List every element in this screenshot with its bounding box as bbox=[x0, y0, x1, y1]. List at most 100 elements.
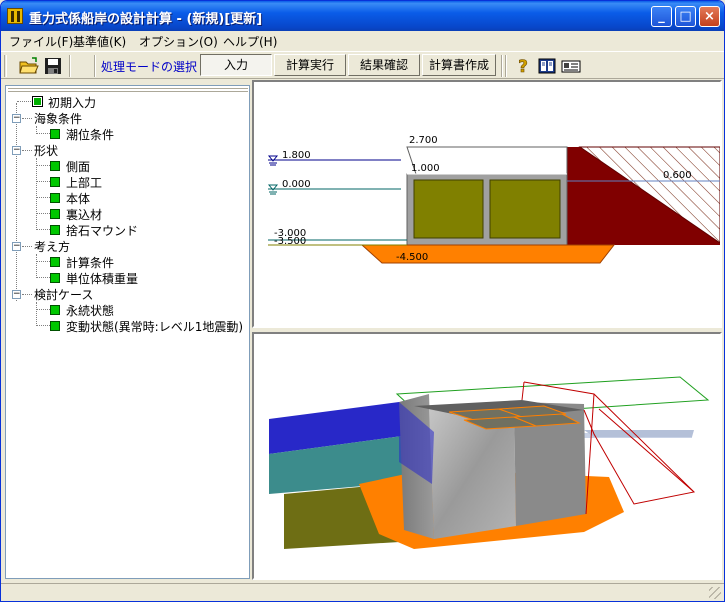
status-green-icon bbox=[50, 225, 60, 235]
tree-connector bbox=[22, 150, 32, 151]
backfill-outline-3d bbox=[521, 381, 525, 401]
collapse-icon[interactable]: − bbox=[12, 290, 21, 299]
toolbar-separator bbox=[501, 55, 503, 77]
tree-item-label: 計算条件 bbox=[66, 256, 115, 270]
tree-group-label: 検討ケース bbox=[34, 288, 94, 302]
status-green-icon bbox=[50, 177, 60, 187]
title-bar: 重力式係船岸の設計計算 - (新規)[更新] _ □ × bbox=[1, 1, 724, 31]
tree-connector bbox=[36, 181, 50, 182]
status-bar bbox=[1, 583, 724, 601]
status-green-icon bbox=[50, 193, 60, 203]
app-icon[interactable] bbox=[7, 8, 23, 24]
status-green-icon bbox=[50, 321, 60, 331]
book-icon[interactable] bbox=[536, 55, 558, 77]
tree-connector bbox=[36, 261, 50, 262]
help-icon[interactable]: ? bbox=[512, 55, 534, 78]
open-folder-icon[interactable] bbox=[18, 55, 40, 77]
tree-connector bbox=[22, 294, 32, 295]
toolbar: 処理モードの選択 入力 計算実行 結果確認 計算書作成 ? bbox=[1, 51, 724, 79]
menu-standard[interactable]: 基準値(K) bbox=[73, 33, 126, 50]
tree-connector bbox=[22, 118, 32, 119]
mound-top-label: -3.500 bbox=[274, 236, 306, 247]
resize-grip[interactable] bbox=[709, 587, 721, 599]
collapse-icon[interactable]: − bbox=[12, 146, 21, 155]
tree-group-label: 形状 bbox=[34, 144, 59, 158]
lwl-label: 0.000 bbox=[282, 179, 311, 190]
top-elevation-label: 2.700 bbox=[409, 135, 438, 146]
tree-group-label: 考え方 bbox=[34, 240, 71, 254]
tree-connector bbox=[22, 246, 32, 247]
status-green-icon bbox=[50, 161, 60, 171]
mode-input-button[interactable]: 入力 bbox=[200, 54, 272, 76]
mode-report-button[interactable]: 計算書作成 bbox=[422, 54, 496, 76]
status-green-icon bbox=[50, 305, 60, 315]
close-button[interactable]: × bbox=[699, 6, 720, 27]
tree-connector bbox=[36, 158, 37, 230]
hwl-label: 1.800 bbox=[282, 150, 311, 161]
back-water-plane bbox=[584, 430, 694, 437]
tree-item-label: 裏込材 bbox=[66, 208, 103, 222]
status-green-icon bbox=[50, 273, 60, 283]
tree-connector bbox=[17, 101, 31, 102]
tree-connector bbox=[36, 165, 50, 166]
caisson-cell-left bbox=[413, 179, 484, 239]
tree-connector bbox=[36, 325, 50, 326]
input-tree: 初期入力 − 海象条件 潮位条件 − 形状 側面 上部工 本体 裏込材 捨石マウ… bbox=[5, 85, 250, 579]
tree-group-label: 海象条件 bbox=[34, 112, 83, 126]
tree-group-sea-conditions[interactable]: 海象条件 bbox=[34, 110, 82, 126]
minimize-button[interactable]: _ bbox=[651, 6, 672, 27]
tree-connector bbox=[36, 254, 37, 278]
tree-item-label: 初期入力 bbox=[48, 96, 97, 110]
status-green-icon bbox=[50, 129, 60, 139]
tree-item-label: 側面 bbox=[66, 160, 91, 174]
status-green-icon bbox=[50, 209, 60, 219]
cap-elevation-label: 1.000 bbox=[411, 163, 440, 174]
mode-calculate-button[interactable]: 計算実行 bbox=[274, 54, 346, 76]
section-view-pane[interactable]: 1.800 0.000 -3.000 -3.500 2.700 1.000 -4… bbox=[252, 80, 724, 328]
menu-file[interactable]: ファイル(F) bbox=[9, 33, 73, 50]
svg-text:?: ? bbox=[518, 57, 528, 77]
tree-group-approach[interactable]: 考え方 bbox=[34, 238, 70, 254]
card-icon[interactable] bbox=[560, 55, 582, 77]
status-green-icon bbox=[50, 257, 60, 267]
tree-connector bbox=[36, 309, 50, 310]
tree-connector bbox=[36, 302, 37, 326]
mode-results-button[interactable]: 結果確認 bbox=[348, 54, 420, 76]
menu-help[interactable]: ヘルプ(H) bbox=[223, 33, 277, 50]
caisson-cell-right bbox=[489, 179, 561, 239]
save-disk-icon[interactable] bbox=[42, 55, 64, 77]
tree-group-shape[interactable]: 形状 bbox=[34, 142, 58, 158]
backfill-outline-3d bbox=[598, 408, 695, 493]
tree-item-label: 本体 bbox=[66, 192, 91, 206]
toolbar-separator bbox=[69, 55, 71, 77]
tree-connector bbox=[36, 213, 50, 214]
menu-bar: ファイル(F) 基準値(K) オプション(O) ヘルプ(H) bbox=[1, 31, 724, 51]
tree-item-label: 永続状態 bbox=[66, 304, 115, 318]
mode-select-label: 処理モードの選択 bbox=[101, 60, 198, 74]
tree-item-label: 上部工 bbox=[66, 176, 103, 190]
tree-connector bbox=[36, 277, 50, 278]
maximize-button[interactable]: □ bbox=[675, 6, 696, 27]
perspective-view-pane[interactable] bbox=[252, 332, 722, 580]
collapse-icon[interactable]: − bbox=[12, 242, 21, 251]
checkbox-icon[interactable] bbox=[32, 96, 43, 107]
perspective-drawing bbox=[269, 376, 710, 549]
tree-item-label: 潮位条件 bbox=[66, 128, 115, 142]
toolbar-grip bbox=[4, 55, 7, 77]
section-drawing: 1.800 0.000 -3.000 -3.500 2.700 1.000 -4… bbox=[267, 135, 724, 264]
collapse-icon[interactable]: − bbox=[12, 114, 21, 123]
tree-connector bbox=[36, 229, 50, 230]
menu-option[interactable]: オプション(O) bbox=[139, 33, 218, 50]
tree-group-study-cases[interactable]: 検討ケース bbox=[34, 286, 93, 302]
backfill-level-label: 0.600 bbox=[663, 170, 692, 181]
tree-header-grip bbox=[8, 88, 248, 92]
tree-item-label: 変動状態(異常時:レベル1地震動) bbox=[66, 320, 244, 334]
window-title: 重力式係船岸の設計計算 - (新規)[更新] bbox=[29, 12, 263, 27]
tree-item-label: 捨石マウンド bbox=[66, 224, 139, 238]
toolbar-separator bbox=[94, 55, 96, 77]
tree-connector bbox=[36, 133, 50, 134]
tree-connector bbox=[36, 197, 50, 198]
tree-item-label: 単位体積重量 bbox=[66, 272, 139, 286]
mound-bottom-label: -4.500 bbox=[396, 252, 428, 263]
app-window: 重力式係船岸の設計計算 - (新規)[更新] _ □ × ファイル(F) 基準値… bbox=[0, 0, 725, 602]
